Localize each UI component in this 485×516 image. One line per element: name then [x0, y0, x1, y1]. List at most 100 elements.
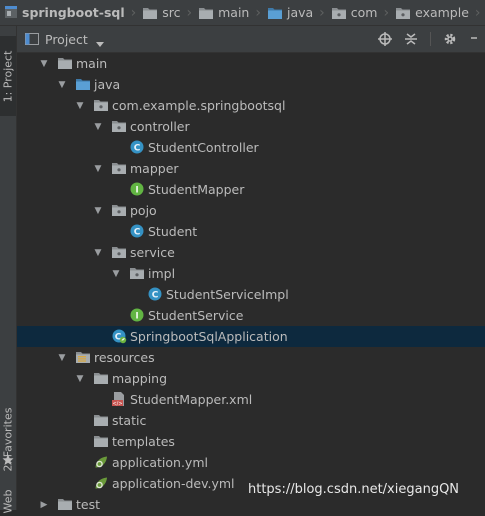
hide-panel-icon[interactable]: [469, 32, 479, 46]
svg-text:C: C: [134, 228, 141, 238]
star-icon: [2, 454, 14, 466]
package-icon: [111, 160, 127, 176]
tree-row[interactable]: ▼ java: [17, 74, 485, 95]
collapse-all-icon[interactable]: [404, 32, 418, 46]
svg-text:I: I: [135, 186, 138, 196]
expand-arrow-down-icon[interactable]: ▼: [93, 200, 103, 221]
project-view-selector[interactable]: Project: [25, 32, 104, 47]
expand-arrow-down-icon[interactable]: ▼: [111, 263, 121, 284]
tree-row[interactable]: C StudentController: [17, 137, 485, 158]
breadcrumb-item[interactable]: springboot-sql ›: [0, 0, 138, 25]
tree-row[interactable]: ▼ mapping: [17, 368, 485, 389]
expand-arrow-right-icon[interactable]: ▶: [39, 494, 49, 515]
tree-label: mapping: [112, 371, 168, 386]
tree-label: resources: [94, 350, 155, 365]
tree-label: java: [94, 77, 121, 92]
breadcrumb-item[interactable]: example ›: [391, 0, 482, 25]
tree-row[interactable]: </> StudentMapper.xml: [17, 389, 485, 410]
breadcrumb-label: java: [286, 5, 314, 20]
separator: [430, 32, 431, 46]
chevron-right-icon: ›: [130, 4, 137, 21]
expand-arrow-down-icon[interactable]: ▼: [39, 53, 49, 74]
tree-label: StudentService: [148, 308, 244, 323]
breadcrumb-label: example: [415, 5, 469, 20]
tree-row[interactable]: ▶ test: [17, 494, 485, 515]
package-icon: [395, 5, 411, 21]
package-icon: [129, 265, 145, 281]
source-folder-icon: [267, 5, 283, 21]
tree-row[interactable]: templates: [17, 431, 485, 452]
tree-row[interactable]: I StudentMapper: [17, 179, 485, 200]
expand-arrow-down-icon[interactable]: ▼: [75, 95, 85, 116]
tree-label: Student: [148, 224, 198, 239]
package-icon: [111, 118, 127, 134]
breadcrumb-label: com: [350, 5, 378, 20]
svg-text:I: I: [135, 312, 138, 322]
tab-project[interactable]: 1: Project: [0, 36, 16, 116]
breadcrumb-item[interactable]: src ›: [138, 0, 194, 25]
chevron-right-icon: ›: [474, 4, 481, 21]
class-icon: C: [129, 139, 145, 155]
tree-row[interactable]: C Student: [17, 221, 485, 242]
tree-row[interactable]: ▼ pojo: [17, 200, 485, 221]
tree-label: mapper: [130, 161, 179, 176]
tree-label: SpringbootSqlApplication: [130, 329, 288, 344]
chevron-right-icon: ›: [383, 4, 390, 21]
expand-arrow-down-icon[interactable]: ▼: [57, 74, 67, 95]
tree-row[interactable]: ▼ mapper: [17, 158, 485, 179]
tree-label: main: [76, 56, 108, 71]
breadcrumb-item[interactable]: main ›: [194, 0, 263, 25]
watermark: https://blog.csdn.net/xiegangQN: [248, 482, 460, 497]
tree-label: com.example.springbootsql: [112, 98, 286, 113]
project-tree: ▼ main ▼ java ▼ com.example.springbootsql ▼ con…: [17, 53, 485, 512]
breadcrumb-label: springboot-sql: [22, 5, 125, 20]
breadcrumb-item[interactable]: java ›: [263, 0, 327, 25]
chevron-down-icon: [95, 36, 104, 47]
project-panel-icon: [25, 33, 39, 45]
class-icon: C: [147, 286, 163, 302]
tree-row[interactable]: ▼ com.example.springbootsql: [17, 95, 485, 116]
tab-project-label: 1: Project: [1, 50, 15, 102]
resources-folder-icon: [75, 349, 91, 365]
locate-icon[interactable]: [378, 32, 392, 46]
tree-label: StudentMapper: [148, 182, 245, 197]
package-icon: [93, 97, 109, 113]
spring-config-icon: [93, 454, 109, 470]
class-icon: C: [129, 223, 145, 239]
interface-icon: I: [129, 181, 145, 197]
expand-arrow-down-icon[interactable]: ▼: [75, 368, 85, 389]
tab-web-label: Web: [1, 489, 15, 513]
tree-row[interactable]: ▼ controller: [17, 116, 485, 137]
tab-web[interactable]: Web: [0, 486, 16, 516]
chevron-right-icon: ›: [255, 4, 261, 21]
tree-label: application-dev.yml: [112, 476, 235, 491]
tree-row[interactable]: application.yml: [17, 452, 485, 473]
svg-text:C: C: [152, 291, 159, 301]
tree-row[interactable]: C SpringbootSqlApplication: [17, 326, 485, 347]
expand-arrow-down-icon[interactable]: ▼: [93, 242, 103, 263]
tree-row[interactable]: ▼ impl: [17, 263, 485, 284]
gear-icon[interactable]: [443, 32, 457, 46]
tree-label: templates: [112, 434, 175, 449]
tree-label: service: [130, 245, 175, 260]
breadcrumb-item[interactable]: com ›: [327, 0, 391, 25]
tree-label: StudentServiceImpl: [166, 287, 289, 302]
tree-row[interactable]: static: [17, 410, 485, 431]
expand-arrow-down-icon[interactable]: ▼: [93, 158, 103, 179]
folder-icon: [142, 5, 158, 21]
tree-label: StudentController: [148, 140, 259, 155]
left-tool-strip: 1: Project 2: Favorites Web: [0, 26, 17, 513]
breadcrumb: springboot-sql › src › main › java › com › example…: [0, 0, 485, 26]
folder-icon: [198, 5, 214, 21]
tree-row[interactable]: I StudentService: [17, 305, 485, 326]
package-icon: [111, 244, 127, 260]
tree-label: application.yml: [112, 455, 208, 470]
tree-row[interactable]: ▼ resources: [17, 347, 485, 368]
expand-arrow-down-icon[interactable]: ▼: [57, 347, 67, 368]
tab-favorites[interactable]: 2: Favorites: [0, 394, 16, 484]
tree-row[interactable]: C StudentServiceImpl: [17, 284, 485, 305]
tree-row[interactable]: ▼ main: [17, 53, 485, 74]
tree-row[interactable]: ▼ service: [17, 242, 485, 263]
expand-arrow-down-icon[interactable]: ▼: [93, 116, 103, 137]
project-panel-title: Project: [45, 31, 88, 47]
